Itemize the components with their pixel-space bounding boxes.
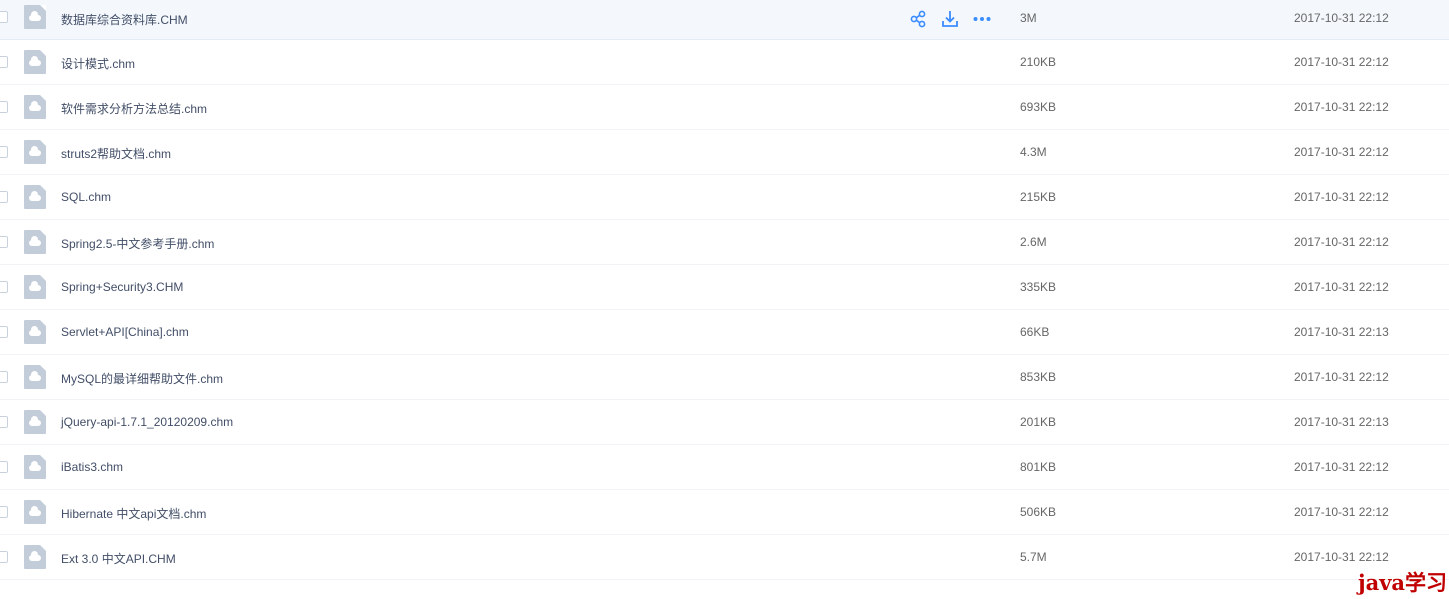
file-name[interactable]: Spring+Security3.CHM [61, 280, 183, 294]
file-size: 3M [1020, 11, 1037, 25]
row-checkbox[interactable] [0, 146, 8, 158]
file-size: 5.7M [1020, 550, 1047, 564]
file-size: 506KB [1020, 505, 1057, 519]
share-icon[interactable] [909, 9, 929, 29]
cloud-file-icon [24, 95, 46, 119]
file-modified-time: 2017-10-31 22:13 [1294, 325, 1389, 339]
file-name[interactable]: MySQL的最详细帮助文件.chm [61, 370, 223, 387]
cloud-file-icon [24, 185, 46, 209]
cloud-file-icon [24, 5, 46, 29]
row-checkbox[interactable] [0, 416, 8, 428]
file-modified-time: 2017-10-31 22:12 [1294, 460, 1389, 474]
file-modified-time: 2017-10-31 22:12 [1294, 505, 1389, 519]
file-row[interactable]: MySQL的最详细帮助文件.chm 853KB 2017-10-31 22:12 [0, 355, 1449, 400]
file-row[interactable]: 软件需求分析方法总结.chm 693KB 2017-10-31 22:12 [0, 85, 1449, 130]
file-name[interactable]: jQuery-api-1.7.1_20120209.chm [61, 415, 233, 429]
file-name[interactable]: Spring2.5-中文参考手册.chm [61, 235, 214, 252]
row-checkbox[interactable] [0, 371, 8, 383]
row-checkbox[interactable] [0, 191, 8, 203]
row-checkbox[interactable] [0, 56, 8, 68]
file-row[interactable]: Servlet+API[China].chm 66KB 2017-10-31 2… [0, 310, 1449, 355]
file-modified-time: 2017-10-31 22:12 [1294, 370, 1389, 384]
file-size: 201KB [1020, 415, 1057, 429]
cloud-file-icon [24, 50, 46, 74]
file-size: 853KB [1020, 370, 1057, 384]
row-checkbox[interactable] [0, 506, 8, 518]
file-size: 801KB [1020, 460, 1057, 474]
file-name[interactable]: 数据库综合资料库.CHM [61, 11, 188, 28]
cloud-file-icon [24, 410, 46, 434]
row-checkbox[interactable] [0, 11, 8, 23]
file-size: 2.6M [1020, 235, 1047, 249]
row-checkbox[interactable] [0, 101, 8, 113]
file-name[interactable]: Servlet+API[China].chm [61, 325, 189, 339]
file-row[interactable]: 数据库综合资料库.CHM 3M 2017-10-31 22:12 [0, 0, 1449, 40]
file-modified-time: 2017-10-31 22:12 [1294, 100, 1389, 114]
cloud-file-icon [24, 275, 46, 299]
file-modified-time: 2017-10-31 22:12 [1294, 235, 1389, 249]
file-list: 数据库综合资料库.CHM 3M 2017-10-31 22:12 设计模式.ch… [0, 0, 1449, 580]
cloud-file-icon [24, 365, 46, 389]
file-row[interactable]: Ext 3.0 中文API.CHM 5.7M 2017-10-31 22:12 [0, 535, 1449, 580]
file-row[interactable]: Spring+Security3.CHM 335KB 2017-10-31 22… [0, 265, 1449, 310]
file-name[interactable]: iBatis3.chm [61, 460, 123, 474]
file-name[interactable]: 软件需求分析方法总结.chm [61, 100, 207, 117]
cloud-file-icon [24, 140, 46, 164]
file-size: 210KB [1020, 55, 1057, 69]
cloud-file-icon [24, 500, 46, 524]
file-modified-time: 2017-10-31 22:12 [1294, 55, 1389, 69]
row-checkbox[interactable] [0, 326, 8, 338]
file-name[interactable]: SQL.chm [61, 190, 111, 204]
file-name[interactable]: struts2帮助文档.chm [61, 145, 171, 162]
file-name[interactable]: 设计模式.chm [61, 55, 135, 72]
file-name[interactable]: Ext 3.0 中文API.CHM [61, 550, 176, 567]
file-modified-time: 2017-10-31 22:12 [1294, 280, 1389, 294]
file-modified-time: 2017-10-31 22:12 [1294, 550, 1389, 564]
cloud-file-icon [24, 230, 46, 254]
file-modified-time: 2017-10-31 22:13 [1294, 415, 1389, 429]
download-icon[interactable] [940, 9, 960, 29]
file-row[interactable]: struts2帮助文档.chm 4.3M 2017-10-31 22:12 [0, 130, 1449, 175]
file-size: 335KB [1020, 280, 1057, 294]
cloud-file-icon [24, 545, 46, 569]
file-size: 4.3M [1020, 145, 1047, 159]
row-checkbox[interactable] [0, 236, 8, 248]
file-row[interactable]: jQuery-api-1.7.1_20120209.chm 201KB 2017… [0, 400, 1449, 445]
row-checkbox[interactable] [0, 551, 8, 563]
cloud-file-icon [24, 455, 46, 479]
row-actions [909, 9, 995, 29]
watermark: java学习 [1357, 570, 1447, 595]
row-checkbox[interactable] [0, 281, 8, 293]
file-size: 693KB [1020, 100, 1057, 114]
file-row[interactable]: Hibernate 中文api文档.chm 506KB 2017-10-31 2… [0, 490, 1449, 535]
row-checkbox[interactable] [0, 461, 8, 473]
file-name[interactable]: Hibernate 中文api文档.chm [61, 505, 206, 522]
file-row[interactable]: SQL.chm 215KB 2017-10-31 22:12 [0, 175, 1449, 220]
file-size: 215KB [1020, 190, 1057, 204]
file-row[interactable]: 设计模式.chm 210KB 2017-10-31 22:12 [0, 40, 1449, 85]
cloud-file-icon [24, 320, 46, 344]
file-row[interactable]: iBatis3.chm 801KB 2017-10-31 22:12 [0, 445, 1449, 490]
file-row[interactable]: Spring2.5-中文参考手册.chm 2.6M 2017-10-31 22:… [0, 220, 1449, 265]
more-icon[interactable] [972, 9, 992, 29]
file-modified-time: 2017-10-31 22:12 [1294, 11, 1389, 25]
file-modified-time: 2017-10-31 22:12 [1294, 190, 1389, 204]
file-modified-time: 2017-10-31 22:12 [1294, 145, 1389, 159]
file-size: 66KB [1020, 325, 1050, 339]
